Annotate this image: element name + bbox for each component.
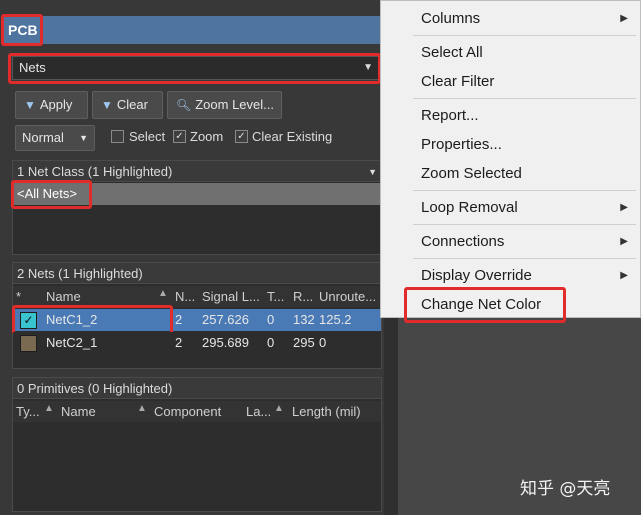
primitives-header: 0 Primitives (0 Highlighted) (12, 377, 382, 399)
net-color-swatch-checked[interactable]: ✓ (20, 312, 37, 329)
panel-title-bar (2, 16, 382, 44)
menu-icon-column (381, 1, 411, 317)
col-star[interactable]: * (16, 287, 36, 307)
clear-label: Clear (116, 97, 148, 112)
pcb-panel: PCB Nets ▼ ▼ Apply ▼ Clear 🔍︎ Zoom Level...… (0, 0, 388, 515)
net-name: NetC1_2 (46, 312, 98, 327)
zoom-level-button[interactable]: 🔍︎ Zoom Level... (167, 91, 282, 119)
dropdown-arrow-icon: ▼ (79, 133, 88, 143)
net-name: NetC2_1 (46, 335, 98, 350)
col-unrouted[interactable]: Unroute... (319, 287, 381, 307)
menu-separator (413, 224, 636, 225)
submenu-arrow-icon: ▶ (620, 13, 628, 24)
col-signal-length[interactable]: Signal L... (202, 287, 262, 307)
menu-item-zoom-selected[interactable]: Zoom Selected (421, 165, 522, 182)
net-class-item-label: <All Nets> (17, 186, 77, 201)
clear-existing-checkbox[interactable]: ✓ (235, 130, 248, 143)
menu-item-loop-removal[interactable]: Loop Removal (421, 199, 518, 216)
collapse-arrow-icon[interactable]: ▼ (368, 161, 377, 183)
filter-type-select[interactable]: Nets ▼ (12, 56, 380, 80)
col-layer[interactable]: La... (246, 402, 270, 422)
zoom-checkbox[interactable]: ✓ (173, 130, 186, 143)
col-n[interactable]: N... (175, 287, 197, 307)
apply-button[interactable]: ▼ Apply (15, 91, 88, 119)
menu-separator (413, 98, 636, 99)
net-r-value: 295 (293, 335, 315, 350)
net-r-value: 132 (293, 312, 315, 327)
menu-item-clear-filter[interactable]: Clear Filter (421, 73, 494, 90)
select-checkbox[interactable] (111, 130, 124, 143)
net-class-header: 1 Net Class (1 Highlighted) ▼ (12, 160, 382, 182)
col-primitive-name[interactable]: Name (61, 402, 131, 422)
select-checkbox-label: Select (129, 129, 166, 144)
menu-item-display-override[interactable]: Display Override (421, 267, 532, 284)
menu-item-connections[interactable]: Connections (421, 233, 504, 250)
col-name[interactable]: Name (46, 287, 156, 307)
net-signal-length: 257.626 (202, 312, 249, 327)
net-node-count: 2 (175, 312, 183, 327)
menu-item-change-net-color[interactable]: Change Net Color (421, 296, 541, 313)
col-t[interactable]: T... (267, 287, 289, 307)
context-menu: Columns ▶ Select All Clear Filter Report… (380, 0, 641, 318)
col-type[interactable]: Ty... (16, 402, 42, 422)
magnifier-icon: 🔍︎ (176, 98, 192, 112)
menu-item-properties[interactable]: Properties... (421, 136, 502, 153)
menu-separator (413, 35, 636, 36)
primitives-header-label: 0 Primitives (0 Highlighted) (17, 381, 173, 396)
sort-up-icon: ▲ (158, 288, 168, 299)
sort-up-icon: ▲ (44, 403, 54, 414)
menu-separator (413, 190, 636, 191)
col-length[interactable]: Length (mil) (292, 402, 380, 422)
clear-filter-icon: ▼ (101, 98, 113, 112)
net-node-count: 2 (175, 335, 183, 350)
mode-select[interactable]: Normal ▼ (15, 125, 95, 151)
nets-header: 2 Nets (1 Highlighted) (12, 262, 382, 284)
submenu-arrow-icon: ▶ (620, 202, 628, 213)
dropdown-arrow-icon: ▼ (363, 62, 373, 73)
net-t-value: 0 (267, 335, 275, 350)
apply-label: Apply (39, 97, 73, 112)
menu-item-select-all[interactable]: Select All (421, 44, 483, 61)
sort-up-icon: ▲ (137, 403, 147, 414)
net-t-value: 0 (267, 312, 275, 327)
submenu-arrow-icon: ▶ (620, 270, 628, 281)
menu-item-columns[interactable]: Columns (421, 10, 480, 27)
clear-existing-checkbox-label: Clear Existing (252, 129, 333, 144)
menu-item-report[interactable]: Report... (421, 107, 479, 124)
zoom-checkbox-label: Zoom (190, 129, 224, 144)
col-r[interactable]: R... (293, 287, 315, 307)
net-unrouted-value: 125.2 (319, 312, 352, 327)
net-color-swatch[interactable] (20, 335, 37, 352)
zoom-level-label: Zoom Level... (195, 97, 274, 112)
sort-up-icon: ▲ (274, 403, 284, 414)
net-unrouted-value: 0 (319, 335, 327, 350)
submenu-arrow-icon: ▶ (620, 236, 628, 247)
mode-value: Normal (22, 130, 64, 145)
funnel-icon: ▼ (24, 98, 36, 112)
menu-separator (413, 258, 636, 259)
nets-header-label: 2 Nets (1 Highlighted) (17, 266, 143, 281)
col-component[interactable]: Component (154, 402, 242, 422)
net-class-header-label: 1 Net Class (1 Highlighted) (17, 164, 173, 179)
watermark: 知乎 @天亮 (520, 479, 611, 499)
clear-button[interactable]: ▼ Clear (92, 91, 163, 119)
filter-type-value: Nets (19, 60, 46, 75)
panel-title: PCB (8, 22, 38, 38)
net-signal-length: 295.689 (202, 335, 249, 350)
